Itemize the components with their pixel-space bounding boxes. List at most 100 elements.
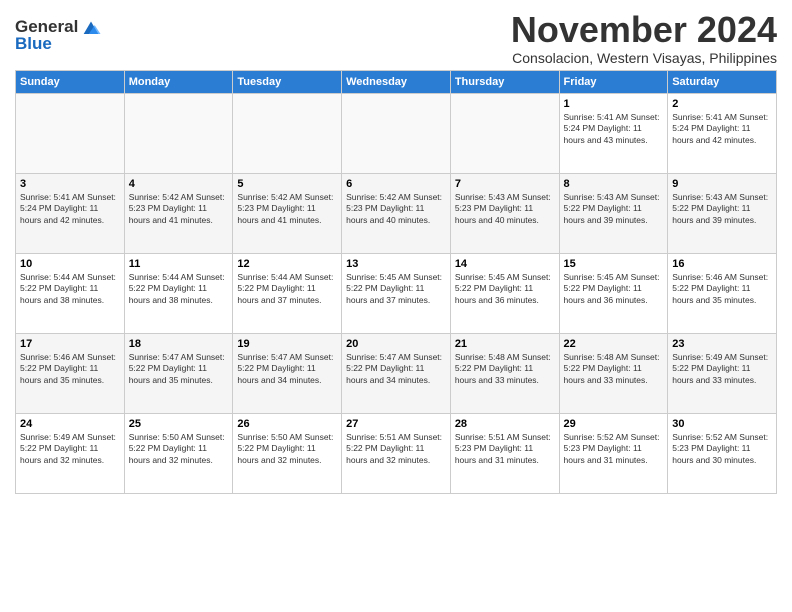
calendar-cell-w1-d2 bbox=[233, 93, 342, 173]
day-number: 18 bbox=[129, 337, 229, 351]
day-number: 11 bbox=[129, 257, 229, 271]
calendar-cell-w1-d1 bbox=[124, 93, 233, 173]
day-info: Sunrise: 5:42 AM Sunset: 5:23 PM Dayligh… bbox=[129, 192, 229, 226]
calendar-cell-w5-d5: 29Sunrise: 5:52 AM Sunset: 5:23 PM Dayli… bbox=[559, 413, 668, 493]
day-info: Sunrise: 5:43 AM Sunset: 5:22 PM Dayligh… bbox=[564, 192, 664, 226]
day-info: Sunrise: 5:42 AM Sunset: 5:23 PM Dayligh… bbox=[237, 192, 337, 226]
day-info: Sunrise: 5:41 AM Sunset: 5:24 PM Dayligh… bbox=[20, 192, 120, 226]
day-number: 19 bbox=[237, 337, 337, 351]
day-info: Sunrise: 5:47 AM Sunset: 5:22 PM Dayligh… bbox=[129, 352, 229, 386]
day-info: Sunrise: 5:45 AM Sunset: 5:22 PM Dayligh… bbox=[346, 272, 446, 306]
calendar-week-4: 17Sunrise: 5:46 AM Sunset: 5:22 PM Dayli… bbox=[16, 333, 777, 413]
day-info: Sunrise: 5:48 AM Sunset: 5:22 PM Dayligh… bbox=[564, 352, 664, 386]
day-number: 17 bbox=[20, 337, 120, 351]
calendar-cell-w1-d0 bbox=[16, 93, 125, 173]
day-number: 9 bbox=[672, 177, 772, 191]
calendar-cell-w4-d4: 21Sunrise: 5:48 AM Sunset: 5:22 PM Dayli… bbox=[450, 333, 559, 413]
calendar-week-1: 1Sunrise: 5:41 AM Sunset: 5:24 PM Daylig… bbox=[16, 93, 777, 173]
day-info: Sunrise: 5:46 AM Sunset: 5:22 PM Dayligh… bbox=[20, 352, 120, 386]
calendar-table: Sunday Monday Tuesday Wednesday Thursday… bbox=[15, 70, 777, 494]
header-sunday: Sunday bbox=[16, 70, 125, 93]
day-info: Sunrise: 5:41 AM Sunset: 5:24 PM Dayligh… bbox=[564, 112, 664, 146]
day-number: 3 bbox=[20, 177, 120, 191]
day-number: 26 bbox=[237, 417, 337, 431]
calendar-cell-w4-d6: 23Sunrise: 5:49 AM Sunset: 5:22 PM Dayli… bbox=[668, 333, 777, 413]
day-number: 15 bbox=[564, 257, 664, 271]
day-info: Sunrise: 5:44 AM Sunset: 5:22 PM Dayligh… bbox=[129, 272, 229, 306]
calendar-cell-w2-d1: 4Sunrise: 5:42 AM Sunset: 5:23 PM Daylig… bbox=[124, 173, 233, 253]
calendar-cell-w3-d2: 12Sunrise: 5:44 AM Sunset: 5:22 PM Dayli… bbox=[233, 253, 342, 333]
day-info: Sunrise: 5:50 AM Sunset: 5:22 PM Dayligh… bbox=[129, 432, 229, 466]
calendar-cell-w4-d1: 18Sunrise: 5:47 AM Sunset: 5:22 PM Dayli… bbox=[124, 333, 233, 413]
calendar-cell-w3-d3: 13Sunrise: 5:45 AM Sunset: 5:22 PM Dayli… bbox=[342, 253, 451, 333]
day-number: 1 bbox=[564, 97, 664, 111]
calendar-cell-w1-d3 bbox=[342, 93, 451, 173]
title-block: November 2024 Consolacion, Western Visay… bbox=[511, 10, 777, 66]
calendar-cell-w2-d6: 9Sunrise: 5:43 AM Sunset: 5:22 PM Daylig… bbox=[668, 173, 777, 253]
calendar-cell-w4-d5: 22Sunrise: 5:48 AM Sunset: 5:22 PM Dayli… bbox=[559, 333, 668, 413]
day-number: 29 bbox=[564, 417, 664, 431]
header-tuesday: Tuesday bbox=[233, 70, 342, 93]
day-info: Sunrise: 5:45 AM Sunset: 5:22 PM Dayligh… bbox=[564, 272, 664, 306]
header-saturday: Saturday bbox=[668, 70, 777, 93]
day-info: Sunrise: 5:44 AM Sunset: 5:22 PM Dayligh… bbox=[20, 272, 120, 306]
calendar-cell-w3-d1: 11Sunrise: 5:44 AM Sunset: 5:22 PM Dayli… bbox=[124, 253, 233, 333]
calendar-cell-w5-d0: 24Sunrise: 5:49 AM Sunset: 5:22 PM Dayli… bbox=[16, 413, 125, 493]
header-row: General Blue November 2024 Consolacion, … bbox=[15, 10, 777, 66]
day-number: 16 bbox=[672, 257, 772, 271]
day-info: Sunrise: 5:52 AM Sunset: 5:23 PM Dayligh… bbox=[564, 432, 664, 466]
page-container: General Blue November 2024 Consolacion, … bbox=[0, 0, 792, 499]
calendar-week-3: 10Sunrise: 5:44 AM Sunset: 5:22 PM Dayli… bbox=[16, 253, 777, 333]
day-number: 7 bbox=[455, 177, 555, 191]
calendar-week-5: 24Sunrise: 5:49 AM Sunset: 5:22 PM Dayli… bbox=[16, 413, 777, 493]
calendar-cell-w2-d0: 3Sunrise: 5:41 AM Sunset: 5:24 PM Daylig… bbox=[16, 173, 125, 253]
calendar-cell-w1-d4 bbox=[450, 93, 559, 173]
day-info: Sunrise: 5:49 AM Sunset: 5:22 PM Dayligh… bbox=[20, 432, 120, 466]
day-info: Sunrise: 5:52 AM Sunset: 5:23 PM Dayligh… bbox=[672, 432, 772, 466]
day-number: 20 bbox=[346, 337, 446, 351]
month-title: November 2024 bbox=[511, 10, 777, 50]
calendar-cell-w2-d3: 6Sunrise: 5:42 AM Sunset: 5:23 PM Daylig… bbox=[342, 173, 451, 253]
calendar-cell-w4-d2: 19Sunrise: 5:47 AM Sunset: 5:22 PM Dayli… bbox=[233, 333, 342, 413]
calendar-cell-w5-d1: 25Sunrise: 5:50 AM Sunset: 5:22 PM Dayli… bbox=[124, 413, 233, 493]
day-info: Sunrise: 5:48 AM Sunset: 5:22 PM Dayligh… bbox=[455, 352, 555, 386]
calendar-cell-w1-d5: 1Sunrise: 5:41 AM Sunset: 5:24 PM Daylig… bbox=[559, 93, 668, 173]
day-number: 22 bbox=[564, 337, 664, 351]
day-info: Sunrise: 5:51 AM Sunset: 5:23 PM Dayligh… bbox=[455, 432, 555, 466]
day-info: Sunrise: 5:43 AM Sunset: 5:23 PM Dayligh… bbox=[455, 192, 555, 226]
calendar-cell-w3-d5: 15Sunrise: 5:45 AM Sunset: 5:22 PM Dayli… bbox=[559, 253, 668, 333]
calendar-cell-w3-d6: 16Sunrise: 5:46 AM Sunset: 5:22 PM Dayli… bbox=[668, 253, 777, 333]
day-number: 28 bbox=[455, 417, 555, 431]
day-number: 23 bbox=[672, 337, 772, 351]
header-wednesday: Wednesday bbox=[342, 70, 451, 93]
day-number: 24 bbox=[20, 417, 120, 431]
day-info: Sunrise: 5:45 AM Sunset: 5:22 PM Dayligh… bbox=[455, 272, 555, 306]
day-info: Sunrise: 5:50 AM Sunset: 5:22 PM Dayligh… bbox=[237, 432, 337, 466]
day-info: Sunrise: 5:43 AM Sunset: 5:22 PM Dayligh… bbox=[672, 192, 772, 226]
logo-icon bbox=[80, 16, 102, 38]
day-number: 13 bbox=[346, 257, 446, 271]
day-number: 12 bbox=[237, 257, 337, 271]
day-number: 27 bbox=[346, 417, 446, 431]
day-info: Sunrise: 5:41 AM Sunset: 5:24 PM Dayligh… bbox=[672, 112, 772, 146]
calendar-cell-w2-d2: 5Sunrise: 5:42 AM Sunset: 5:23 PM Daylig… bbox=[233, 173, 342, 253]
header-thursday: Thursday bbox=[450, 70, 559, 93]
location-subtitle: Consolacion, Western Visayas, Philippine… bbox=[511, 50, 777, 66]
calendar-cell-w5-d4: 28Sunrise: 5:51 AM Sunset: 5:23 PM Dayli… bbox=[450, 413, 559, 493]
day-number: 5 bbox=[237, 177, 337, 191]
calendar-cell-w2-d4: 7Sunrise: 5:43 AM Sunset: 5:23 PM Daylig… bbox=[450, 173, 559, 253]
day-info: Sunrise: 5:49 AM Sunset: 5:22 PM Dayligh… bbox=[672, 352, 772, 386]
day-number: 10 bbox=[20, 257, 120, 271]
day-number: 21 bbox=[455, 337, 555, 351]
logo: General Blue bbox=[15, 16, 102, 54]
header-friday: Friday bbox=[559, 70, 668, 93]
day-number: 2 bbox=[672, 97, 772, 111]
weekday-header-row: Sunday Monday Tuesday Wednesday Thursday… bbox=[16, 70, 777, 93]
calendar-cell-w3-d0: 10Sunrise: 5:44 AM Sunset: 5:22 PM Dayli… bbox=[16, 253, 125, 333]
day-info: Sunrise: 5:47 AM Sunset: 5:22 PM Dayligh… bbox=[237, 352, 337, 386]
calendar-week-2: 3Sunrise: 5:41 AM Sunset: 5:24 PM Daylig… bbox=[16, 173, 777, 253]
day-info: Sunrise: 5:47 AM Sunset: 5:22 PM Dayligh… bbox=[346, 352, 446, 386]
calendar-cell-w1-d6: 2Sunrise: 5:41 AM Sunset: 5:24 PM Daylig… bbox=[668, 93, 777, 173]
header-monday: Monday bbox=[124, 70, 233, 93]
day-number: 8 bbox=[564, 177, 664, 191]
